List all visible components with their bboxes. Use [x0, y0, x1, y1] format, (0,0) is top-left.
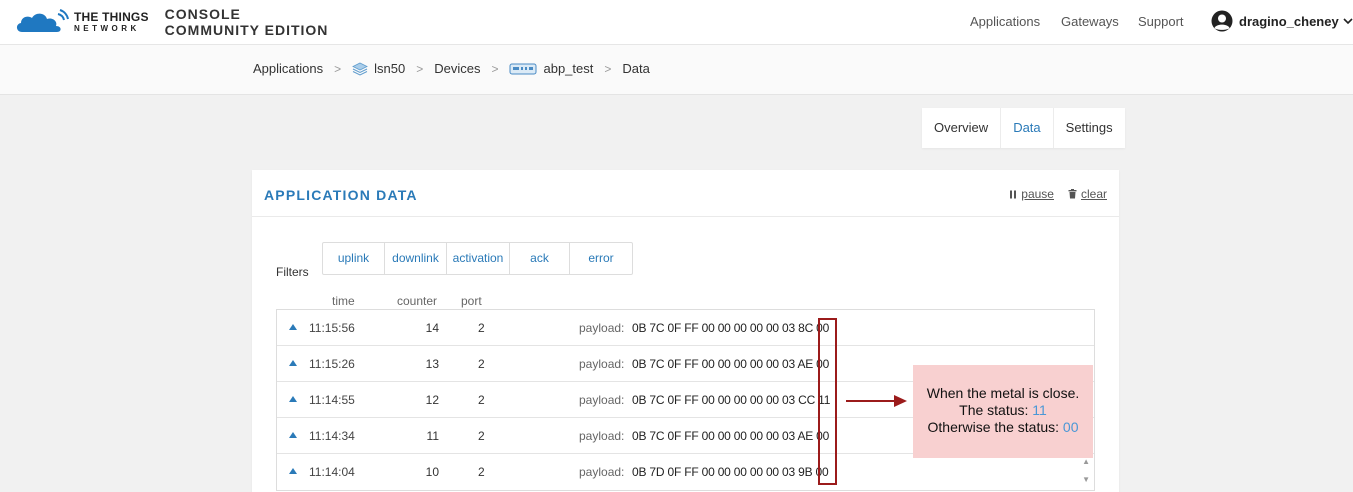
note-line2-prefix: The status: — [959, 402, 1029, 418]
row-time: 11:15:26 — [309, 357, 355, 371]
panel-title: APPLICATION DATA — [264, 187, 418, 203]
column-header-time: time — [332, 294, 355, 308]
scroll-down-icon[interactable]: ▼ — [1082, 475, 1090, 484]
top-navbar: THE THINGS NETWORK CONSOLE COMMUNITY EDI… — [0, 0, 1353, 45]
filter-group: uplink downlink activation ack error — [322, 242, 633, 275]
caret-up-icon — [289, 468, 297, 474]
breadcrumb-device[interactable]: abp_test — [543, 61, 593, 76]
message-row[interactable]: 11:15:56 14 2 payload: 0B 7C 0F FF 00 00… — [277, 310, 1094, 346]
tab-data[interactable]: Data — [1001, 108, 1054, 148]
layers-icon — [352, 62, 369, 76]
tab-settings[interactable]: Settings — [1054, 108, 1125, 148]
note-line2: The status: 11 — [913, 402, 1093, 419]
ttn-wordmark: THE THINGS NETWORK — [74, 11, 149, 33]
clear-label: clear — [1080, 187, 1107, 201]
breadcrumb-current: Data — [622, 61, 650, 76]
row-payload-label: payload: — [579, 429, 625, 443]
caret-up-icon — [289, 432, 297, 438]
tab-overview[interactable]: Overview — [922, 108, 1002, 148]
row-time: 11:14:04 — [309, 465, 355, 479]
user-menu[interactable]: dragino_cheney — [1211, 10, 1353, 32]
user-avatar-icon — [1211, 10, 1233, 32]
filter-downlink[interactable]: downlink — [385, 243, 447, 274]
nav-support[interactable]: Support — [1138, 14, 1184, 29]
row-payload: 0B 7C 0F FF 00 00 00 00 00 03 AE 00 — [632, 429, 830, 443]
row-payload: 0B 7C 0F FF 00 00 00 00 00 03 CC 11 — [632, 393, 831, 407]
panel-header: APPLICATION DATA pause clear — [252, 170, 1119, 217]
note-line2-value: 11 — [1032, 402, 1047, 418]
filter-uplink[interactable]: uplink — [323, 243, 385, 274]
console-line2: COMMUNITY EDITION — [164, 22, 329, 38]
ttn-line1: THE THINGS — [74, 10, 149, 24]
row-counter: 14 — [425, 321, 439, 335]
ttn-cloud-logo-icon — [16, 9, 69, 32]
filter-activation[interactable]: activation — [447, 243, 510, 274]
ttn-logo[interactable]: THE THINGS NETWORK CONSOLE COMMUNITY EDI… — [14, 6, 328, 38]
breadcrumb-app[interactable]: lsn50 — [374, 61, 405, 76]
panel-actions: pause clear — [995, 187, 1107, 201]
note-line3-value: 00 — [1062, 419, 1079, 435]
console-wordmark: CONSOLE COMMUNITY EDITION — [165, 7, 329, 37]
row-payload: 0B 7D 0F FF 00 00 00 00 00 03 9B 00 — [632, 465, 829, 479]
caret-up-icon — [289, 396, 297, 402]
row-payload-label: payload: — [579, 357, 625, 371]
breadcrumb-bar: Applications > lsn50 > Devices > abp_tes… — [0, 45, 1353, 95]
row-payload-label: payload: — [579, 393, 625, 407]
note-line1: When the metal is close. — [926, 385, 1080, 401]
breadcrumb-separator-icon: > — [416, 61, 424, 76]
row-time: 11:15:56 — [309, 321, 355, 335]
row-port: 2 — [478, 429, 485, 443]
nav-gateways[interactable]: Gateways — [1061, 14, 1119, 29]
message-row[interactable]: 11:14:04 10 2 payload: 0B 7D 0F FF 00 00… — [277, 454, 1094, 490]
row-port: 2 — [478, 393, 485, 407]
row-counter: 12 — [425, 393, 439, 407]
row-counter: 13 — [425, 357, 439, 371]
user-name: dragino_cheney — [1239, 13, 1339, 29]
pause-label: pause — [1021, 187, 1054, 201]
row-payload: 0B 7C 0F FF 00 00 00 00 00 03 AE 00 — [632, 357, 830, 371]
breadcrumb-separator-icon: > — [491, 61, 499, 76]
pause-icon — [1010, 190, 1017, 198]
arrow-right-icon — [846, 395, 907, 407]
console-line1: CONSOLE — [164, 6, 241, 22]
breadcrumb: Applications > lsn50 > Devices > abp_tes… — [253, 61, 650, 76]
row-counter: 10 — [425, 465, 439, 479]
trash-icon — [1068, 189, 1077, 199]
status-byte-highlight — [818, 318, 837, 485]
row-port: 2 — [478, 357, 485, 371]
chevron-down-icon — [1343, 18, 1353, 25]
row-counter: 11 — [426, 429, 439, 443]
column-header-counter: counter — [397, 294, 438, 308]
scroll-up-icon[interactable]: ▲ — [1082, 457, 1090, 466]
pause-button[interactable]: pause — [1009, 187, 1054, 201]
breadcrumb-separator-icon: > — [604, 61, 612, 76]
caret-up-icon — [289, 360, 297, 366]
row-time: 11:14:34 — [309, 429, 355, 443]
breadcrumb-applications[interactable]: Applications — [253, 61, 323, 76]
breadcrumb-separator-icon: > — [334, 61, 342, 76]
device-tabs: Overview Data Settings — [922, 108, 1125, 148]
column-header-port: port — [461, 294, 482, 308]
filter-ack[interactable]: ack — [510, 243, 570, 274]
row-port: 2 — [478, 321, 485, 335]
caret-up-icon — [289, 324, 297, 330]
annotation-note: When the metal is close. The status: 11 … — [913, 365, 1093, 458]
row-time: 11:14:55 — [309, 393, 355, 407]
clear-button[interactable]: clear — [1068, 187, 1107, 201]
breadcrumb-devices[interactable]: Devices — [434, 61, 480, 76]
filter-error[interactable]: error — [570, 243, 632, 274]
row-payload: 0B 7C 0F FF 00 00 00 00 00 03 8C 00 — [632, 321, 830, 335]
row-port: 2 — [478, 465, 485, 479]
nav-applications[interactable]: Applications — [970, 14, 1040, 29]
filters-label: Filters — [276, 265, 309, 279]
row-payload-label: payload: — [579, 321, 625, 335]
note-line3: Otherwise the status: 00 — [913, 419, 1093, 436]
ttn-line2: NETWORK — [74, 24, 140, 33]
note-line3-prefix: Otherwise the status: — [927, 419, 1060, 435]
device-icon — [509, 62, 537, 76]
row-payload-label: payload: — [579, 465, 625, 479]
